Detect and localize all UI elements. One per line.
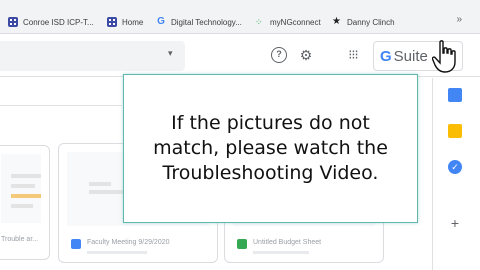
calendar-icon[interactable] [448,88,462,102]
file-subtitle-placeholder [253,251,309,254]
search-options-chevron-icon[interactable]: ▾ [168,48,173,59]
add-addon-icon[interactable]: + [448,216,462,230]
bookmark-label: Home [122,17,144,27]
file-thumbnail [1,154,41,223]
file-title: Untitled Budget Sheet [253,239,322,246]
screen: ☆ ⌘ ◆ ✖ ✚ ⋮ Conroe ISD ICP-T... Home G D… [0,0,480,270]
keep-icon[interactable] [448,124,462,138]
file-subtitle-placeholder [87,251,147,254]
file-title: Faculty Meeting 9/29/2020 [87,239,170,246]
bookmark-conroe-isd[interactable]: Conroe ISD ICP-T... [8,14,94,30]
side-panel: ✓ + [432,78,480,270]
gear-icon[interactable]: ⚙ [298,47,314,63]
instruction-overlay: If the pictures do not match, please wat… [123,74,418,223]
file-title: Trouble ar... [1,236,39,243]
gsuite-label: Suite [393,47,428,65]
bookmark-label: Danny Clinch [347,17,395,27]
bookmark-label: Conroe ISD ICP-T... [23,17,94,27]
gsuite-g-letter: G [380,47,392,65]
sheets-icon [237,239,247,249]
app-header: ▾ ? ⚙ ⁝⁝⁝ G Suite [0,35,480,77]
bookmark-home[interactable]: Home [107,14,143,30]
tasks-icon[interactable]: ✓ [448,160,462,174]
bookmarks-bar: Conroe ISD ICP-T... Home G Digital Techn… [0,0,480,34]
overlay-message: If the pictures do not match, please wat… [153,112,388,184]
ngconnect-icon: ⁘ [255,17,263,27]
star-icon: ★ [332,16,341,27]
bookmark-label: Digital Technology... [171,17,242,27]
bookmark-myngconnect[interactable]: ⁘ myNGconnect [255,14,321,30]
docs-icon [71,239,81,249]
search-input[interactable] [0,41,185,71]
hand-cursor-icon [432,40,456,73]
bookmark-label: myNGconnect [270,17,321,27]
help-icon[interactable]: ? [271,47,287,63]
file-card[interactable]: Trouble ar... [0,145,50,260]
grid-icon [8,17,18,27]
bookmark-danny-clinch[interactable]: ★ Danny Clinch [332,14,395,30]
apps-grid-icon[interactable]: ⁝⁝⁝ [345,47,361,63]
grid-icon [107,17,117,27]
google-g-icon: G [157,16,165,27]
content-toolbar [0,78,122,106]
bookmark-digital-technology[interactable]: G Digital Technology... [156,14,242,30]
bookmarks-overflow-icon[interactable]: » [456,14,462,25]
